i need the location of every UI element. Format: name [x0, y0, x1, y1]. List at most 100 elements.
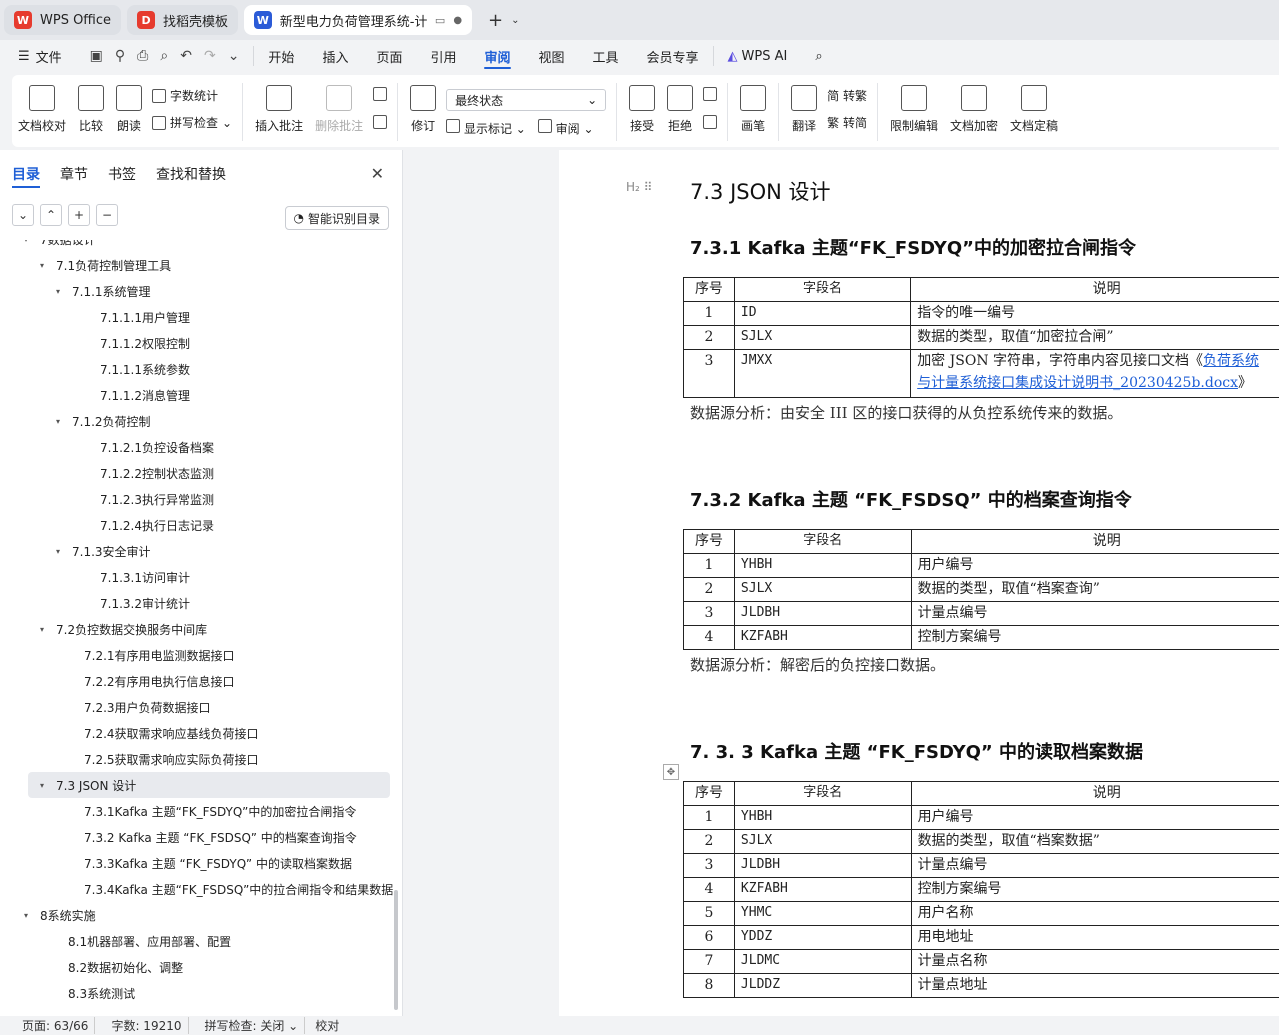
toc-item[interactable]: 7.1.3.2审计统计 — [0, 590, 395, 616]
menu-vip[interactable]: 会员专享 — [633, 40, 713, 72]
menu-home[interactable]: 开始 — [254, 40, 308, 72]
link-icon[interactable]: ⚲ — [115, 48, 125, 64]
compare-button[interactable]: 比较 — [72, 81, 110, 134]
reject-button[interactable]: 拒绝 — [661, 81, 699, 134]
track-changes-button[interactable]: 修订 — [404, 81, 442, 134]
prev-comment-icon[interactable] — [373, 87, 388, 101]
nav-tab-find-replace[interactable]: 查找和替换 — [156, 164, 226, 188]
minus-icon[interactable]: − — [96, 204, 118, 226]
proofread-status[interactable]: 校对 — [315, 1017, 339, 1034]
search-button[interactable]: ⌕ — [801, 40, 836, 72]
toc-item[interactable]: 7.2.3用户负荷数据接口 — [0, 694, 395, 720]
new-tab-icon[interactable]: + — [488, 10, 503, 31]
toc-item[interactable]: ▾ 7.1负荷控制管理工具 — [0, 252, 395, 278]
expand-arrow-icon[interactable]: ▾ — [56, 287, 68, 296]
to-simplified-button[interactable]: 繁 转简 — [827, 114, 867, 131]
toc-item[interactable]: 7.1.2.1负控设备档案 — [0, 434, 395, 460]
toc-item[interactable]: ▾ 7数据设计 — [0, 240, 395, 252]
more-chevron-icon[interactable]: ⌄ — [228, 48, 240, 64]
expand-arrow-icon[interactable]: ▾ — [40, 781, 52, 790]
expand-arrow-icon[interactable]: ▾ — [24, 240, 36, 244]
redo-icon[interactable]: ↷ — [204, 48, 216, 64]
menu-references[interactable]: 引用 — [416, 40, 470, 72]
pen-button[interactable]: 画笔 — [734, 81, 772, 134]
finalize-button[interactable]: 文档定稿 — [1004, 81, 1064, 134]
translate-button[interactable]: 翻译 — [785, 81, 823, 134]
prev-change-icon[interactable] — [703, 87, 718, 101]
doc-link[interactable]: 负荷系统 — [1203, 353, 1259, 369]
close-icon[interactable]: ✕ — [371, 164, 384, 183]
menu-page[interactable]: 页面 — [362, 40, 416, 72]
toc-item[interactable]: 7.2.4获取需求响应基线负荷接口 — [0, 720, 395, 746]
save-icon[interactable]: ▣ — [90, 48, 103, 64]
expand-arrow-icon[interactable]: ▾ — [40, 261, 52, 270]
page-indicator[interactable]: 页面: 63/66 — [16, 1017, 96, 1034]
toc-item[interactable]: 7.2.1有序用电监测数据接口 — [0, 642, 395, 668]
toc-item[interactable]: 7.1.3.1访问审计 — [0, 564, 395, 590]
to-traditional-button[interactable]: 简 转繁 — [827, 87, 867, 104]
menu-review[interactable]: 审阅 — [470, 40, 524, 72]
word-count-indicator[interactable]: 字数: 19210 — [105, 1017, 189, 1034]
next-comment-icon[interactable] — [373, 115, 388, 129]
nav-tab-chapters[interactable]: 章节 — [60, 164, 88, 188]
toc-item[interactable]: ▾ 7.1.1系统管理 — [0, 278, 395, 304]
spell-check-button[interactable]: 拼写检查 ⌄ — [152, 114, 232, 131]
undo-icon[interactable]: ↶ — [180, 48, 192, 64]
smart-toc-button[interactable]: ◔ 智能识别目录 — [284, 206, 389, 230]
toc-item[interactable]: 7.3.1Kafka 主题“FK_FSDYQ”中的加密拉合闸指令 — [0, 798, 395, 824]
expand-arrow-icon[interactable]: ▾ — [56, 547, 68, 556]
expand-arrow-icon[interactable]: ▾ — [40, 625, 52, 634]
collapse-down-icon[interactable]: ⌄ — [12, 204, 34, 226]
delete-comment-button[interactable]: 删除批注 — [309, 81, 369, 134]
toc-item[interactable]: 7.1.2.3执行异常监测 — [0, 486, 395, 512]
read-aloud-button[interactable]: 朗读 — [110, 81, 148, 134]
chevron-down-icon[interactable]: ⌄ — [511, 15, 519, 26]
markup-status-select[interactable]: 最终状态 ⌄ — [446, 89, 607, 111]
word-count-button[interactable]: 字数统计 — [152, 87, 232, 104]
wps-ai-button[interactable]: ◭ WPS AI — [712, 46, 802, 66]
toc-item[interactable]: 7.2.2有序用电执行信息接口 — [0, 668, 395, 694]
monitor-icon[interactable]: ▭ — [435, 14, 445, 27]
encrypt-button[interactable]: 文档加密 — [944, 81, 1004, 134]
add-icon[interactable]: + — [68, 204, 90, 226]
nav-tab-toc[interactable]: 目录 — [12, 164, 40, 188]
toc-item[interactable]: ▾ 7.2负控数据交换服务中间库 — [0, 616, 395, 642]
print-preview-icon[interactable]: ⌕ — [160, 48, 168, 64]
toc-item[interactable]: 8.1机器部署、应用部署、配置 — [0, 928, 395, 954]
toc-item[interactable]: 7.1.1.2消息管理 — [0, 382, 395, 408]
toc-item[interactable]: 7.3.3Kafka 主题 “FK_FSDYQ” 中的读取档案数据 — [0, 850, 395, 876]
nav-tab-bookmarks[interactable]: 书签 — [108, 164, 136, 188]
toc-item[interactable]: 7.3.4Kafka 主题“FK_FSDSQ”中的拉合闸指令和结果数据 — [0, 876, 395, 902]
toc-item[interactable]: 8.2数据初始化、调整 — [0, 954, 395, 980]
tab-docer-templates[interactable]: D 找稻壳模板 — [127, 5, 239, 35]
next-change-icon[interactable] — [703, 115, 718, 129]
toc-item[interactable]: 7.1.1.1系统参数 — [0, 356, 395, 382]
expand-arrow-icon[interactable]: ▾ — [24, 911, 36, 920]
toc-item[interactable]: 8.3系统测试 — [0, 980, 395, 1006]
toc-scrollbar[interactable] — [394, 890, 398, 1010]
menu-tools[interactable]: 工具 — [579, 40, 633, 72]
show-markup-button[interactable]: 显示标记 ⌄ — [446, 119, 526, 137]
toc-item[interactable]: ▾ 7.1.3安全审计 — [0, 538, 395, 564]
review-pane-button[interactable]: 审阅 ⌄ — [537, 119, 594, 137]
toc-item[interactable]: 7.2.5获取需求响应实际负荷接口 — [0, 746, 395, 772]
accept-button[interactable]: 接受 — [623, 81, 661, 134]
doc-link[interactable]: 与计量系统接口集成设计说明书_20230425b.docx — [917, 375, 1238, 391]
toc-item[interactable]: 7.1.1.2权限控制 — [0, 330, 395, 356]
tab-wps-office[interactable]: W WPS Office — [4, 5, 122, 35]
spell-check-status[interactable]: 拼写检查: 关闭 ⌄ — [199, 1017, 306, 1034]
heading-level-marker[interactable]: H₂ ⠿ — [626, 180, 652, 194]
toc-item[interactable]: ▾ 7.3 JSON 设计 — [28, 772, 390, 798]
insert-comment-button[interactable]: 插入批注 — [249, 81, 309, 134]
toc-item[interactable]: 7.3.2 Kafka 主题 “FK_FSDSQ” 中的档案查询指令 — [0, 824, 395, 850]
expand-arrow-icon[interactable]: ▾ — [56, 417, 68, 426]
toc-item[interactable]: ▾ 7.1.2负荷控制 — [0, 408, 395, 434]
toc-item[interactable]: 7.1.2.4执行日志记录 — [0, 512, 395, 538]
restrict-edit-button[interactable]: 限制编辑 — [884, 81, 944, 134]
proofread-button[interactable]: 文档校对 — [12, 81, 72, 134]
print-icon[interactable]: ⎙ — [137, 48, 148, 64]
toc-item[interactable]: 7.1.1.1用户管理 — [0, 304, 395, 330]
toc-item[interactable]: 7.1.2.2控制状态监测 — [0, 460, 395, 486]
tab-document[interactable]: W 新型电力负荷管理系统-计量部 ▭ ● — [244, 5, 473, 35]
menu-insert[interactable]: 插入 — [308, 40, 362, 72]
